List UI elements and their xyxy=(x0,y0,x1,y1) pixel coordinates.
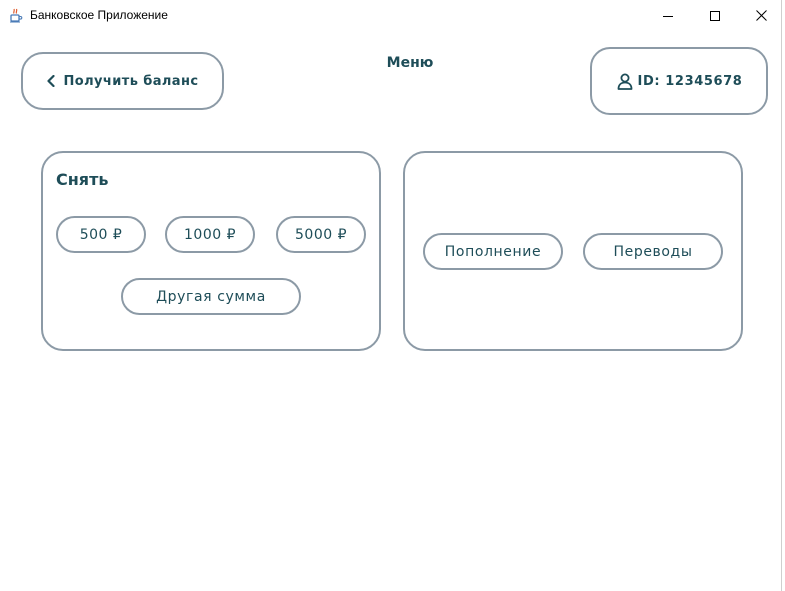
withdraw-500-label: 500 ₽ xyxy=(79,226,123,243)
top-up-label: Пополнение xyxy=(444,243,542,260)
maximize-icon xyxy=(710,10,720,21)
get-balance-button[interactable]: Получить баланс xyxy=(21,52,224,110)
transfers-button[interactable]: Переводы xyxy=(583,233,723,270)
minimize-button[interactable] xyxy=(645,0,691,31)
user-id-badge[interactable]: ID: 12345678 xyxy=(590,47,768,115)
title-bar: Банковское Приложение xyxy=(0,0,785,31)
top-up-button[interactable]: Пополнение xyxy=(423,233,563,270)
user-id-label: ID: 12345678 xyxy=(637,73,743,89)
maximize-button[interactable] xyxy=(692,0,738,31)
withdraw-1000-label: 1000 ₽ xyxy=(184,226,236,243)
user-icon xyxy=(616,72,634,90)
other-amount-label: Другая сумма xyxy=(156,288,266,305)
close-button[interactable] xyxy=(738,0,784,31)
withdraw-1000-button[interactable]: 1000 ₽ xyxy=(165,216,255,253)
window-border xyxy=(781,0,782,591)
withdraw-5000-button[interactable]: 5000 ₽ xyxy=(276,216,366,253)
withdraw-500-button[interactable]: 500 ₽ xyxy=(56,216,146,253)
other-amount-button[interactable]: Другая сумма xyxy=(121,278,301,315)
get-balance-label: Получить баланс xyxy=(63,73,199,89)
window-title: Банковское Приложение xyxy=(30,8,168,22)
java-cup-icon xyxy=(8,7,24,23)
withdraw-title: Снять xyxy=(56,170,109,189)
minimize-icon xyxy=(663,15,673,17)
transfers-label: Переводы xyxy=(613,243,693,260)
close-icon xyxy=(755,10,767,21)
chevron-left-icon xyxy=(46,75,55,87)
withdraw-5000-label: 5000 ₽ xyxy=(295,226,347,243)
page-title: Меню xyxy=(386,55,434,71)
